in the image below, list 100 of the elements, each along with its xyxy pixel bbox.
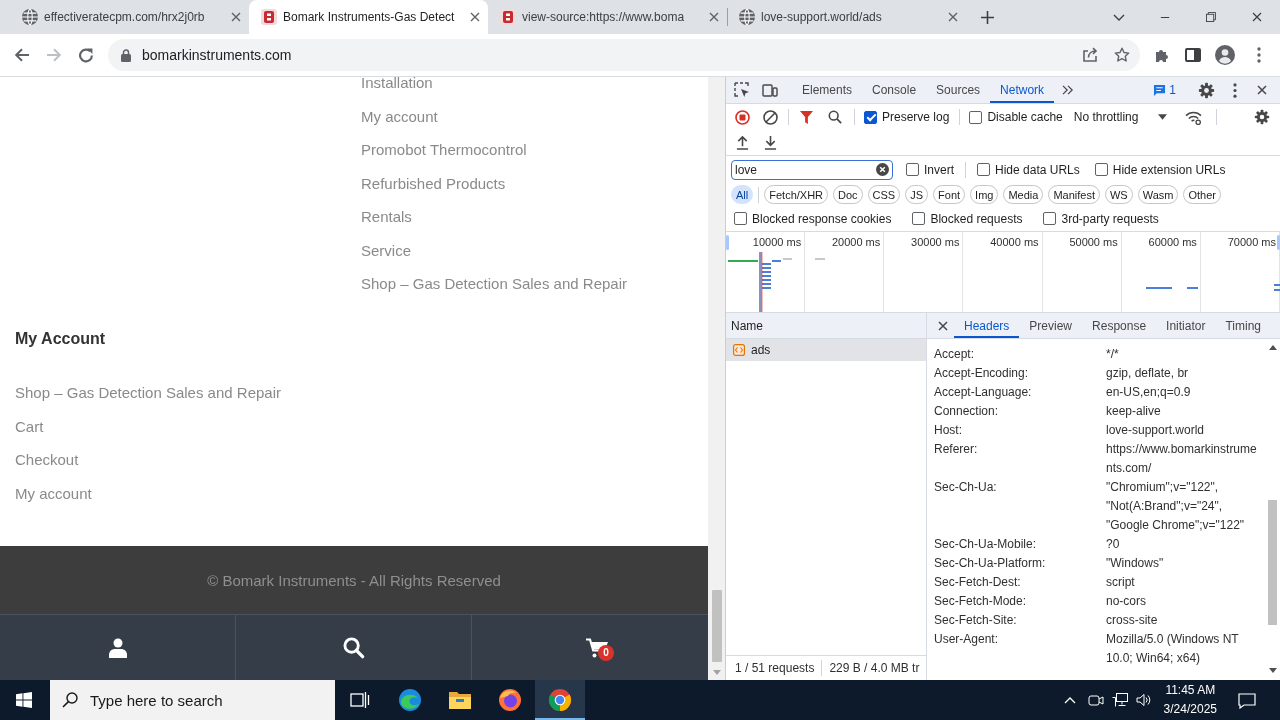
volume-icon[interactable] — [1135, 692, 1152, 708]
restore-icon[interactable] — [1206, 12, 1216, 22]
chevron-down-icon[interactable] — [1113, 13, 1125, 21]
minimize-icon[interactable] — [1160, 16, 1170, 18]
scrollbar-thumb[interactable] — [1268, 500, 1277, 625]
puzzle-icon[interactable] — [1154, 47, 1170, 63]
camera-icon[interactable] — [1087, 692, 1104, 708]
column-header[interactable]: Name — [731, 318, 763, 333]
lock-icon[interactable] — [121, 48, 131, 62]
user-icon[interactable] — [108, 637, 127, 658]
double-chevron-icon[interactable] — [1062, 85, 1075, 95]
scrollbar-thumb[interactable] — [711, 590, 722, 662]
account-link[interactable]: Shop – Gas Detection Sales and Repair — [15, 383, 281, 403]
download-icon[interactable] — [764, 135, 777, 150]
scroll-down-arrow-icon[interactable] — [1268, 668, 1277, 673]
settings-icon[interactable] — [1254, 109, 1270, 125]
search-icon[interactable] — [342, 636, 365, 659]
browser-tab[interactable]: effectiveratecpm.com/hrx2j0rb — [10, 0, 249, 34]
close-icon[interactable] — [1252, 12, 1262, 22]
menu-link[interactable]: Promobot Thermocontrol — [361, 140, 527, 160]
notification-icon[interactable] — [1238, 691, 1256, 709]
star-icon[interactable] — [1114, 47, 1130, 63]
type-filter-chip[interactable]: JS — [905, 185, 929, 204]
address-bar[interactable]: bomarkinstruments.com — [108, 39, 1140, 71]
type-filter-chip[interactable]: Wasm — [1137, 185, 1179, 204]
detail-tab[interactable]: Response — [1082, 313, 1157, 338]
filter-icon[interactable] — [800, 110, 813, 124]
stop-recording-icon[interactable] — [735, 109, 750, 125]
settings-icon[interactable] — [1198, 81, 1215, 99]
back-arrow-icon[interactable] — [14, 47, 30, 63]
menu-link[interactable]: Rentals — [361, 207, 412, 227]
checkbox[interactable] — [734, 212, 747, 225]
panel-tab[interactable]: Sources — [926, 77, 991, 103]
type-filter-chip[interactable]: WS — [1104, 185, 1133, 204]
checkbox[interactable] — [906, 163, 919, 176]
type-filter-chip[interactable]: Media — [1003, 185, 1044, 204]
close-icon[interactable] — [948, 12, 958, 22]
menu-link[interactable]: Refurbished Products — [361, 173, 506, 194]
network-icon[interactable] — [1111, 693, 1128, 707]
type-filter-chip[interactable]: Font — [933, 185, 966, 204]
throttling-select[interactable]: No throttling — [1073, 110, 1168, 124]
detail-tab[interactable]: Preview — [1019, 313, 1083, 338]
side-panel-icon[interactable] — [1185, 48, 1201, 62]
menu-link[interactable]: Shop – Gas Detection Sales and Repair — [361, 274, 627, 294]
type-filter-chip[interactable]: All — [731, 185, 754, 204]
panel-tab[interactable]: Console — [862, 77, 927, 103]
windows-logo-icon[interactable] — [16, 692, 32, 708]
chevron-up-icon[interactable] — [1063, 696, 1076, 704]
menu-link[interactable]: Service — [361, 240, 412, 261]
panel-tab[interactable]: Elements — [792, 77, 863, 103]
browser-tab[interactable]: view-source:https://www.boma — [488, 0, 727, 34]
request-row[interactable]: ads — [726, 339, 926, 361]
clock[interactable]: 11:45 AM 3/24/2025 — [1163, 681, 1217, 719]
more-icon[interactable] — [1257, 47, 1261, 63]
type-filter-chip[interactable]: Fetch/XHR — [764, 185, 829, 204]
upload-icon[interactable] — [736, 135, 749, 150]
panel-tab[interactable]: Network — [990, 77, 1055, 103]
filter-input[interactable]: love — [731, 159, 893, 180]
close-icon[interactable] — [938, 320, 948, 331]
account-link[interactable]: My account — [15, 483, 92, 504]
share-icon[interactable] — [1082, 47, 1098, 63]
checkbox[interactable] — [1043, 212, 1057, 225]
detail-tab[interactable]: Timing — [1215, 313, 1271, 338]
inspect-element-icon[interactable] — [734, 82, 750, 98]
checkbox[interactable] — [969, 110, 983, 124]
menu-link[interactable]: Installation — [361, 77, 433, 93]
taskbar-app-button[interactable] — [535, 680, 585, 720]
type-filter-chip[interactable]: Manifest — [1048, 185, 1100, 204]
range-handle[interactable] — [726, 235, 729, 250]
checkbox[interactable] — [1094, 163, 1108, 176]
plus-icon[interactable] — [981, 10, 994, 24]
close-icon[interactable] — [470, 12, 480, 22]
type-filter-chip[interactable]: CSS — [867, 185, 901, 204]
checkbox[interactable] — [864, 110, 877, 124]
checkbox[interactable] — [977, 163, 990, 176]
type-filter-chip[interactable]: Other — [1183, 185, 1221, 204]
close-icon[interactable] — [1257, 85, 1267, 95]
detail-tab[interactable]: Headers — [954, 313, 1020, 338]
type-filter-chip[interactable]: Img — [970, 185, 999, 204]
reload-icon[interactable] — [79, 47, 93, 63]
profile-icon[interactable] — [1215, 45, 1235, 65]
more-icon[interactable] — [1233, 82, 1237, 98]
menu-link[interactable]: My account — [361, 106, 438, 127]
device-toolbar-icon[interactable] — [762, 83, 778, 97]
search-icon[interactable] — [828, 110, 842, 124]
clear-input-icon[interactable] — [876, 163, 889, 176]
search-field[interactable]: Type here to search — [50, 680, 335, 720]
type-filter-chip[interactable]: Doc — [833, 185, 863, 204]
detail-tab[interactable]: Initiator — [1156, 313, 1216, 338]
account-link[interactable]: Cart — [15, 416, 44, 437]
issues-button[interactable]: 1 — [1153, 83, 1176, 97]
range-handle[interactable] — [1277, 235, 1280, 250]
close-icon[interactable] — [231, 12, 241, 22]
clear-icon[interactable] — [763, 109, 778, 125]
network-conditions-icon[interactable] — [1185, 109, 1203, 125]
checkbox[interactable] — [912, 212, 926, 225]
scroll-up-arrow-icon[interactable] — [1268, 345, 1277, 350]
close-icon[interactable] — [709, 12, 719, 22]
browser-tab[interactable]: Bomark Instruments-Gas Detect — [249, 0, 488, 34]
account-link[interactable]: Checkout — [15, 450, 79, 470]
